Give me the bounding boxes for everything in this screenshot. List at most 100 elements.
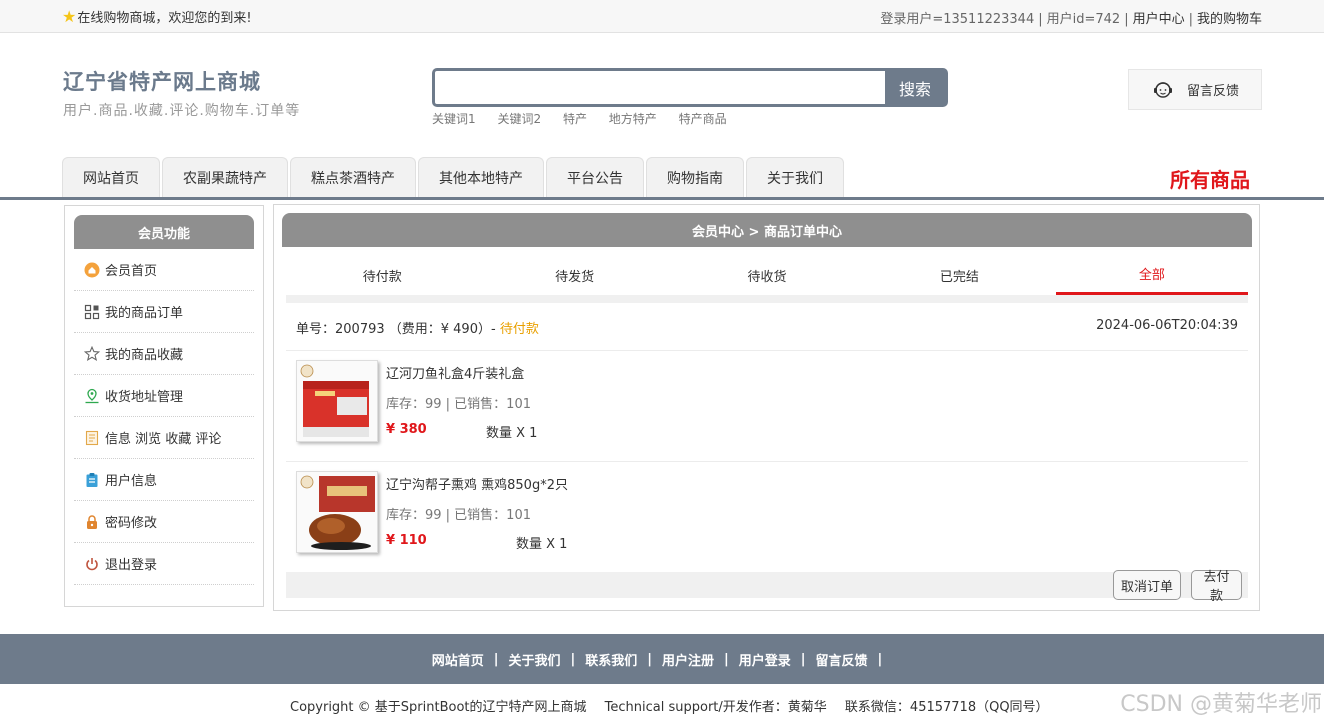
sidebar-item-favorites[interactable]: 我的商品收藏	[74, 333, 254, 375]
sidebar-item-label: 我的商品收藏	[105, 348, 184, 363]
pay-button[interactable]: 去付款	[1191, 570, 1242, 604]
nav-tab-home[interactable]: 网站首页	[62, 157, 160, 197]
site-slogan: 用户.商品.收藏.评论.购物车.订单等	[63, 103, 301, 119]
product-stock: 库存：99 | 已销售：101	[386, 508, 531, 523]
nav-tab-about[interactable]: 关于我们	[746, 157, 844, 197]
sidebar-item-orders[interactable]: 我的商品订单	[74, 291, 254, 333]
support-text: Technical support/开发作者：黄菊华	[604, 700, 827, 715]
product-quantity: 数量 X 1	[516, 537, 568, 552]
keyword-link[interactable]: 关键词2	[497, 112, 541, 126]
product-title[interactable]: 辽宁沟帮子熏鸡 熏鸡850g*2只	[386, 474, 568, 493]
user-id-text: 用户id=742	[1046, 12, 1121, 27]
product-title[interactable]: 辽河刀鱼礼盒4斤装礼盒	[386, 363, 524, 382]
footer-link-feedback[interactable]: 留言反馈	[816, 650, 868, 669]
feedback-button[interactable]: 留言反馈	[1128, 69, 1262, 110]
order-header: 单号：200793 （费用：¥ 490）- 待付款	[296, 318, 539, 337]
tab-pending-shipment[interactable]: 待发货	[478, 255, 670, 295]
keyword-link[interactable]: 地方特产	[609, 112, 657, 126]
contact-text: 联系微信：45157718（QQ同号）	[844, 700, 1049, 715]
feedback-label: 留言反馈	[1187, 84, 1240, 99]
location-icon	[84, 388, 100, 404]
sidebar-item-user-info[interactable]: 用户信息	[74, 459, 254, 501]
footer-link-login[interactable]: 用户登录	[739, 650, 791, 669]
welcome-message: ★ 在线购物商城，欢迎您的到来!	[62, 7, 252, 26]
sidebar-item-logout[interactable]: 退出登录	[74, 543, 254, 585]
welcome-text: 在线购物商城，欢迎您的到来!	[77, 11, 252, 26]
copyright: Copyright © 基于SprintBoot的辽宁特产网上商城 Techni…	[290, 696, 1063, 715]
order-time: 2024-06-06T20:04:39	[1096, 318, 1238, 333]
clipboard-icon	[84, 472, 100, 488]
nav-tab-produce[interactable]: 农副果蔬特产	[162, 157, 288, 197]
product-stock: 库存：99 | 已销售：101	[386, 397, 531, 412]
nav-tab-guide[interactable]: 购物指南	[646, 157, 744, 197]
product-price: ¥ 110	[386, 533, 427, 548]
sidebar-item-label: 信息 浏览 收藏 评论	[105, 432, 222, 447]
document-icon	[84, 430, 100, 446]
tab-pending-receipt[interactable]: 待收货	[671, 255, 863, 295]
footer-link-contact[interactable]: 联系我们	[585, 650, 637, 669]
tab-all[interactable]: 全部	[1055, 255, 1249, 295]
search-button[interactable]: 搜索	[885, 71, 945, 104]
footer-nav: 网站首页 | 关于我们 | 联系我们 | 用户注册 | 用户登录 | 留言反馈 |	[0, 634, 1324, 684]
home-icon	[84, 262, 100, 278]
keyword-link[interactable]: 关键词1	[432, 112, 476, 126]
nav-tab-pastry[interactable]: 糕点茶酒特产	[290, 157, 416, 197]
sidebar-item-label: 会员首页	[105, 264, 158, 279]
order-status-tabs: 待付款 待发货 待收货 已完结 全部	[286, 255, 1249, 295]
search-input[interactable]	[435, 71, 885, 104]
top-bar: ★ 在线购物商城，欢迎您的到来! 登录用户=13511223344 | 用户id=7…	[0, 0, 1324, 33]
tab-pending-payment[interactable]: 待付款	[286, 255, 478, 295]
main-nav: 网站首页 农副果蔬特产 糕点茶酒特产 其他本地特产 平台公告 购物指南 关于我们	[62, 157, 846, 197]
star-icon	[84, 345, 100, 362]
order-icon	[84, 304, 100, 320]
divider	[286, 461, 1248, 462]
nav-tab-other[interactable]: 其他本地特产	[418, 157, 544, 197]
order-center-panel: 会员中心 > 商品订单中心 待付款 待发货 待收货 已完结 全部 单号：2007…	[273, 204, 1260, 611]
copyright-text: Copyright © 基于SprintBoot的辽宁特产网上商城	[290, 700, 587, 715]
power-icon	[84, 556, 100, 572]
sidebar-item-label: 收货地址管理	[105, 390, 184, 405]
nav-divider	[0, 197, 1324, 200]
my-cart-link[interactable]: 我的购物车	[1197, 12, 1262, 27]
lock-icon	[84, 514, 100, 530]
sidebar-item-label: 密码修改	[105, 516, 158, 531]
tab-completed[interactable]: 已完结	[863, 255, 1055, 295]
user-center-link[interactable]: 用户中心	[1133, 12, 1185, 27]
cancel-order-button[interactable]: 取消订单	[1113, 570, 1181, 600]
breadcrumb: 会员中心 > 商品订单中心	[282, 213, 1252, 247]
order-item: 辽宁沟帮子熏鸡 熏鸡850g*2只 库存：99 | 已销售：101 ¥ 110 …	[296, 471, 1196, 561]
sidebar-title: 会员功能	[74, 215, 254, 249]
site-brand: 辽宁省特产网上商城 用户.商品.收藏.评论.购物车.订单等	[63, 66, 300, 120]
order-item: 辽河刀鱼礼盒4斤装礼盒 库存：99 | 已销售：101 ¥ 380 数量 X 1	[296, 360, 1196, 450]
footer-link-about[interactable]: 关于我们	[508, 650, 560, 669]
sidebar-item-member-home[interactable]: 会员首页	[74, 249, 254, 291]
product-image-smoked-chicken[interactable]	[296, 471, 378, 553]
hot-keywords: 关键词1 关键词2 特产 地方特产 特产商品	[432, 110, 745, 127]
sidebar-item-password[interactable]: 密码修改	[74, 501, 254, 543]
tab-separator	[286, 295, 1248, 303]
customer-service-icon	[1154, 81, 1172, 98]
product-image-fish-giftbox[interactable]	[296, 360, 378, 442]
keyword-link[interactable]: 特产	[563, 112, 587, 126]
product-quantity: 数量 X 1	[486, 426, 538, 441]
user-info: 登录用户=13511223344 | 用户id=742 | 用户中心 | 我的购物车	[880, 12, 1262, 27]
footer-link-register[interactable]: 用户注册	[662, 650, 714, 669]
all-goods-link[interactable]: 所有商品	[1170, 164, 1250, 193]
product-price: ¥ 380	[386, 422, 427, 437]
sidebar-item-label: 我的商品订单	[105, 306, 184, 321]
order-actions-bar	[286, 572, 1248, 598]
search-box: 搜索	[432, 68, 948, 107]
watermark: CSDN @黄菊华老师	[1120, 692, 1322, 717]
site-name[interactable]: 辽宁省特产网上商城	[63, 66, 300, 96]
sidebar-item-browse[interactable]: 信息 浏览 收藏 评论	[74, 417, 254, 459]
member-sidebar: 会员功能 会员首页 我的商品订单 我的商品收藏 收货地址管理 信息 浏览 收藏 …	[64, 205, 264, 607]
footer-link-home[interactable]: 网站首页	[432, 650, 484, 669]
order-status: 待付款	[499, 322, 539, 337]
keyword-link[interactable]: 特产商品	[679, 112, 727, 126]
order-number: 单号：200793 （费用：¥ 490）-	[296, 322, 496, 337]
sidebar-item-address[interactable]: 收货地址管理	[74, 375, 254, 417]
divider	[286, 350, 1248, 351]
sidebar-item-label: 用户信息	[105, 474, 158, 489]
login-user-text: 登录用户=13511223344	[880, 12, 1035, 27]
nav-tab-announcement[interactable]: 平台公告	[546, 157, 644, 197]
